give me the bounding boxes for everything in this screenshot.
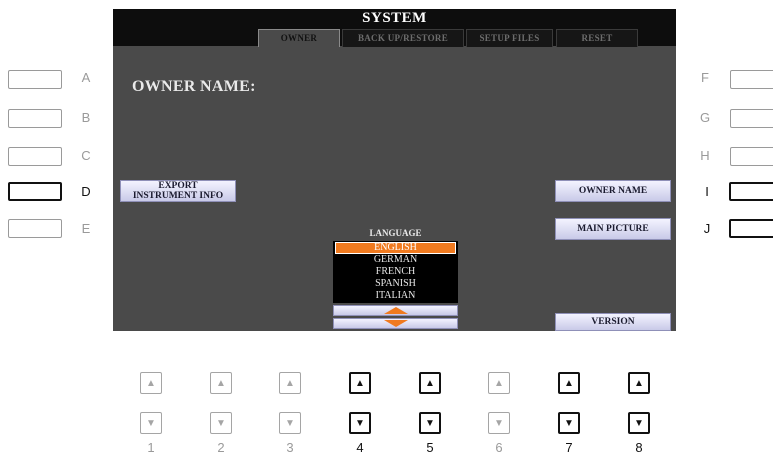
language-option-german[interactable]: GERMAN [333, 254, 458, 266]
side-button-f[interactable] [730, 70, 773, 89]
arrow-up-icon [383, 307, 408, 314]
language-scroll-down-button[interactable] [333, 318, 458, 329]
arrow-down-icon: ▼ [285, 417, 295, 429]
language-scroll-up-button[interactable] [333, 305, 458, 316]
arrow-up-icon: ▲ [494, 377, 504, 389]
language-label: LANGUAGE [369, 228, 422, 238]
side-label-f: F [701, 70, 709, 85]
page-title: SYSTEM [362, 10, 427, 26]
tab-owner[interactable]: OWNER [258, 29, 340, 47]
side-label-j: J [703, 221, 711, 236]
button-5-down[interactable]: ▼ [419, 412, 441, 434]
side-label-i: I [705, 184, 709, 199]
side-button-i[interactable] [729, 182, 773, 201]
button-2-up[interactable]: ▲ [210, 372, 232, 394]
language-option-english[interactable]: ENGLISH [335, 242, 456, 254]
side-button-d[interactable] [8, 182, 62, 201]
side-button-c[interactable] [8, 147, 62, 166]
lcd-screen: SYSTEM OWNER BACK UP/RESTORE SETUP FILES… [113, 9, 676, 331]
language-option-spanish[interactable]: SPANISH [333, 278, 458, 290]
arrow-up-icon: ▲ [564, 377, 574, 389]
side-button-b[interactable] [8, 109, 62, 128]
button-3-up[interactable]: ▲ [279, 372, 301, 394]
side-button-a[interactable] [8, 70, 62, 89]
side-button-j[interactable] [729, 219, 773, 238]
side-label-b: B [81, 110, 91, 125]
owner-name-button[interactable]: OWNER NAME [555, 180, 671, 202]
tab-reset[interactable]: RESET [556, 29, 638, 47]
arrow-up-icon: ▲ [355, 377, 365, 389]
button-2-down[interactable]: ▼ [210, 412, 232, 434]
button-6-up[interactable]: ▲ [488, 372, 510, 394]
tab-backup-restore[interactable]: BACK UP/RESTORE [342, 29, 464, 47]
export-button-line2: INSTRUMENT INFO [132, 191, 224, 201]
arrow-up-icon: ▲ [216, 377, 226, 389]
side-label-e: E [81, 221, 91, 236]
button-5-up[interactable]: ▲ [419, 372, 441, 394]
arrow-down-icon: ▼ [355, 417, 365, 429]
arrow-down-icon: ▼ [425, 417, 435, 429]
button-4-up[interactable]: ▲ [349, 372, 371, 394]
button-4-down[interactable]: ▼ [349, 412, 371, 434]
side-label-g: G [699, 110, 711, 125]
button-7-down[interactable]: ▼ [558, 412, 580, 434]
side-label-d: D [81, 184, 91, 199]
arrow-up-icon: ▲ [146, 377, 156, 389]
version-button[interactable]: VERSION [555, 313, 671, 331]
export-button-line1: EXPORT [158, 181, 198, 191]
arrow-up-icon: ▲ [634, 377, 644, 389]
tab-setup-files[interactable]: SETUP FILES [466, 29, 553, 47]
button-8-down[interactable]: ▼ [628, 412, 650, 434]
button-3-down[interactable]: ▼ [279, 412, 301, 434]
side-button-g[interactable] [730, 109, 773, 128]
button-8-up[interactable]: ▲ [628, 372, 650, 394]
owner-name-label: OWNER NAME: [132, 78, 256, 95]
arrow-down-icon: ▼ [494, 417, 504, 429]
arrow-up-icon: ▲ [425, 377, 435, 389]
arrow-down-icon [383, 320, 408, 327]
language-option-french[interactable]: FRENCH [333, 266, 458, 278]
arrow-up-icon: ▲ [285, 377, 295, 389]
arrow-down-icon: ▼ [146, 417, 156, 429]
button-1-up[interactable]: ▲ [140, 372, 162, 394]
arrow-down-icon: ▼ [634, 417, 644, 429]
language-option-italian[interactable]: ITALIAN [333, 290, 458, 302]
language-list[interactable]: ENGLISH GERMAN FRENCH SPANISH ITALIAN [333, 241, 458, 303]
side-button-h[interactable] [730, 147, 773, 166]
main-picture-button[interactable]: MAIN PICTURE [555, 218, 671, 240]
button-1-down[interactable]: ▼ [140, 412, 162, 434]
arrow-down-icon: ▼ [564, 417, 574, 429]
side-label-c: C [81, 148, 91, 163]
title-bar: SYSTEM OWNER BACK UP/RESTORE SETUP FILES… [113, 9, 676, 47]
side-label-h: H [700, 148, 710, 163]
side-button-e[interactable] [8, 219, 62, 238]
export-instrument-info-button[interactable]: EXPORT INSTRUMENT INFO [120, 180, 236, 202]
side-label-a: A [81, 70, 91, 85]
button-6-down[interactable]: ▼ [488, 412, 510, 434]
button-7-up[interactable]: ▲ [558, 372, 580, 394]
arrow-down-icon: ▼ [216, 417, 226, 429]
